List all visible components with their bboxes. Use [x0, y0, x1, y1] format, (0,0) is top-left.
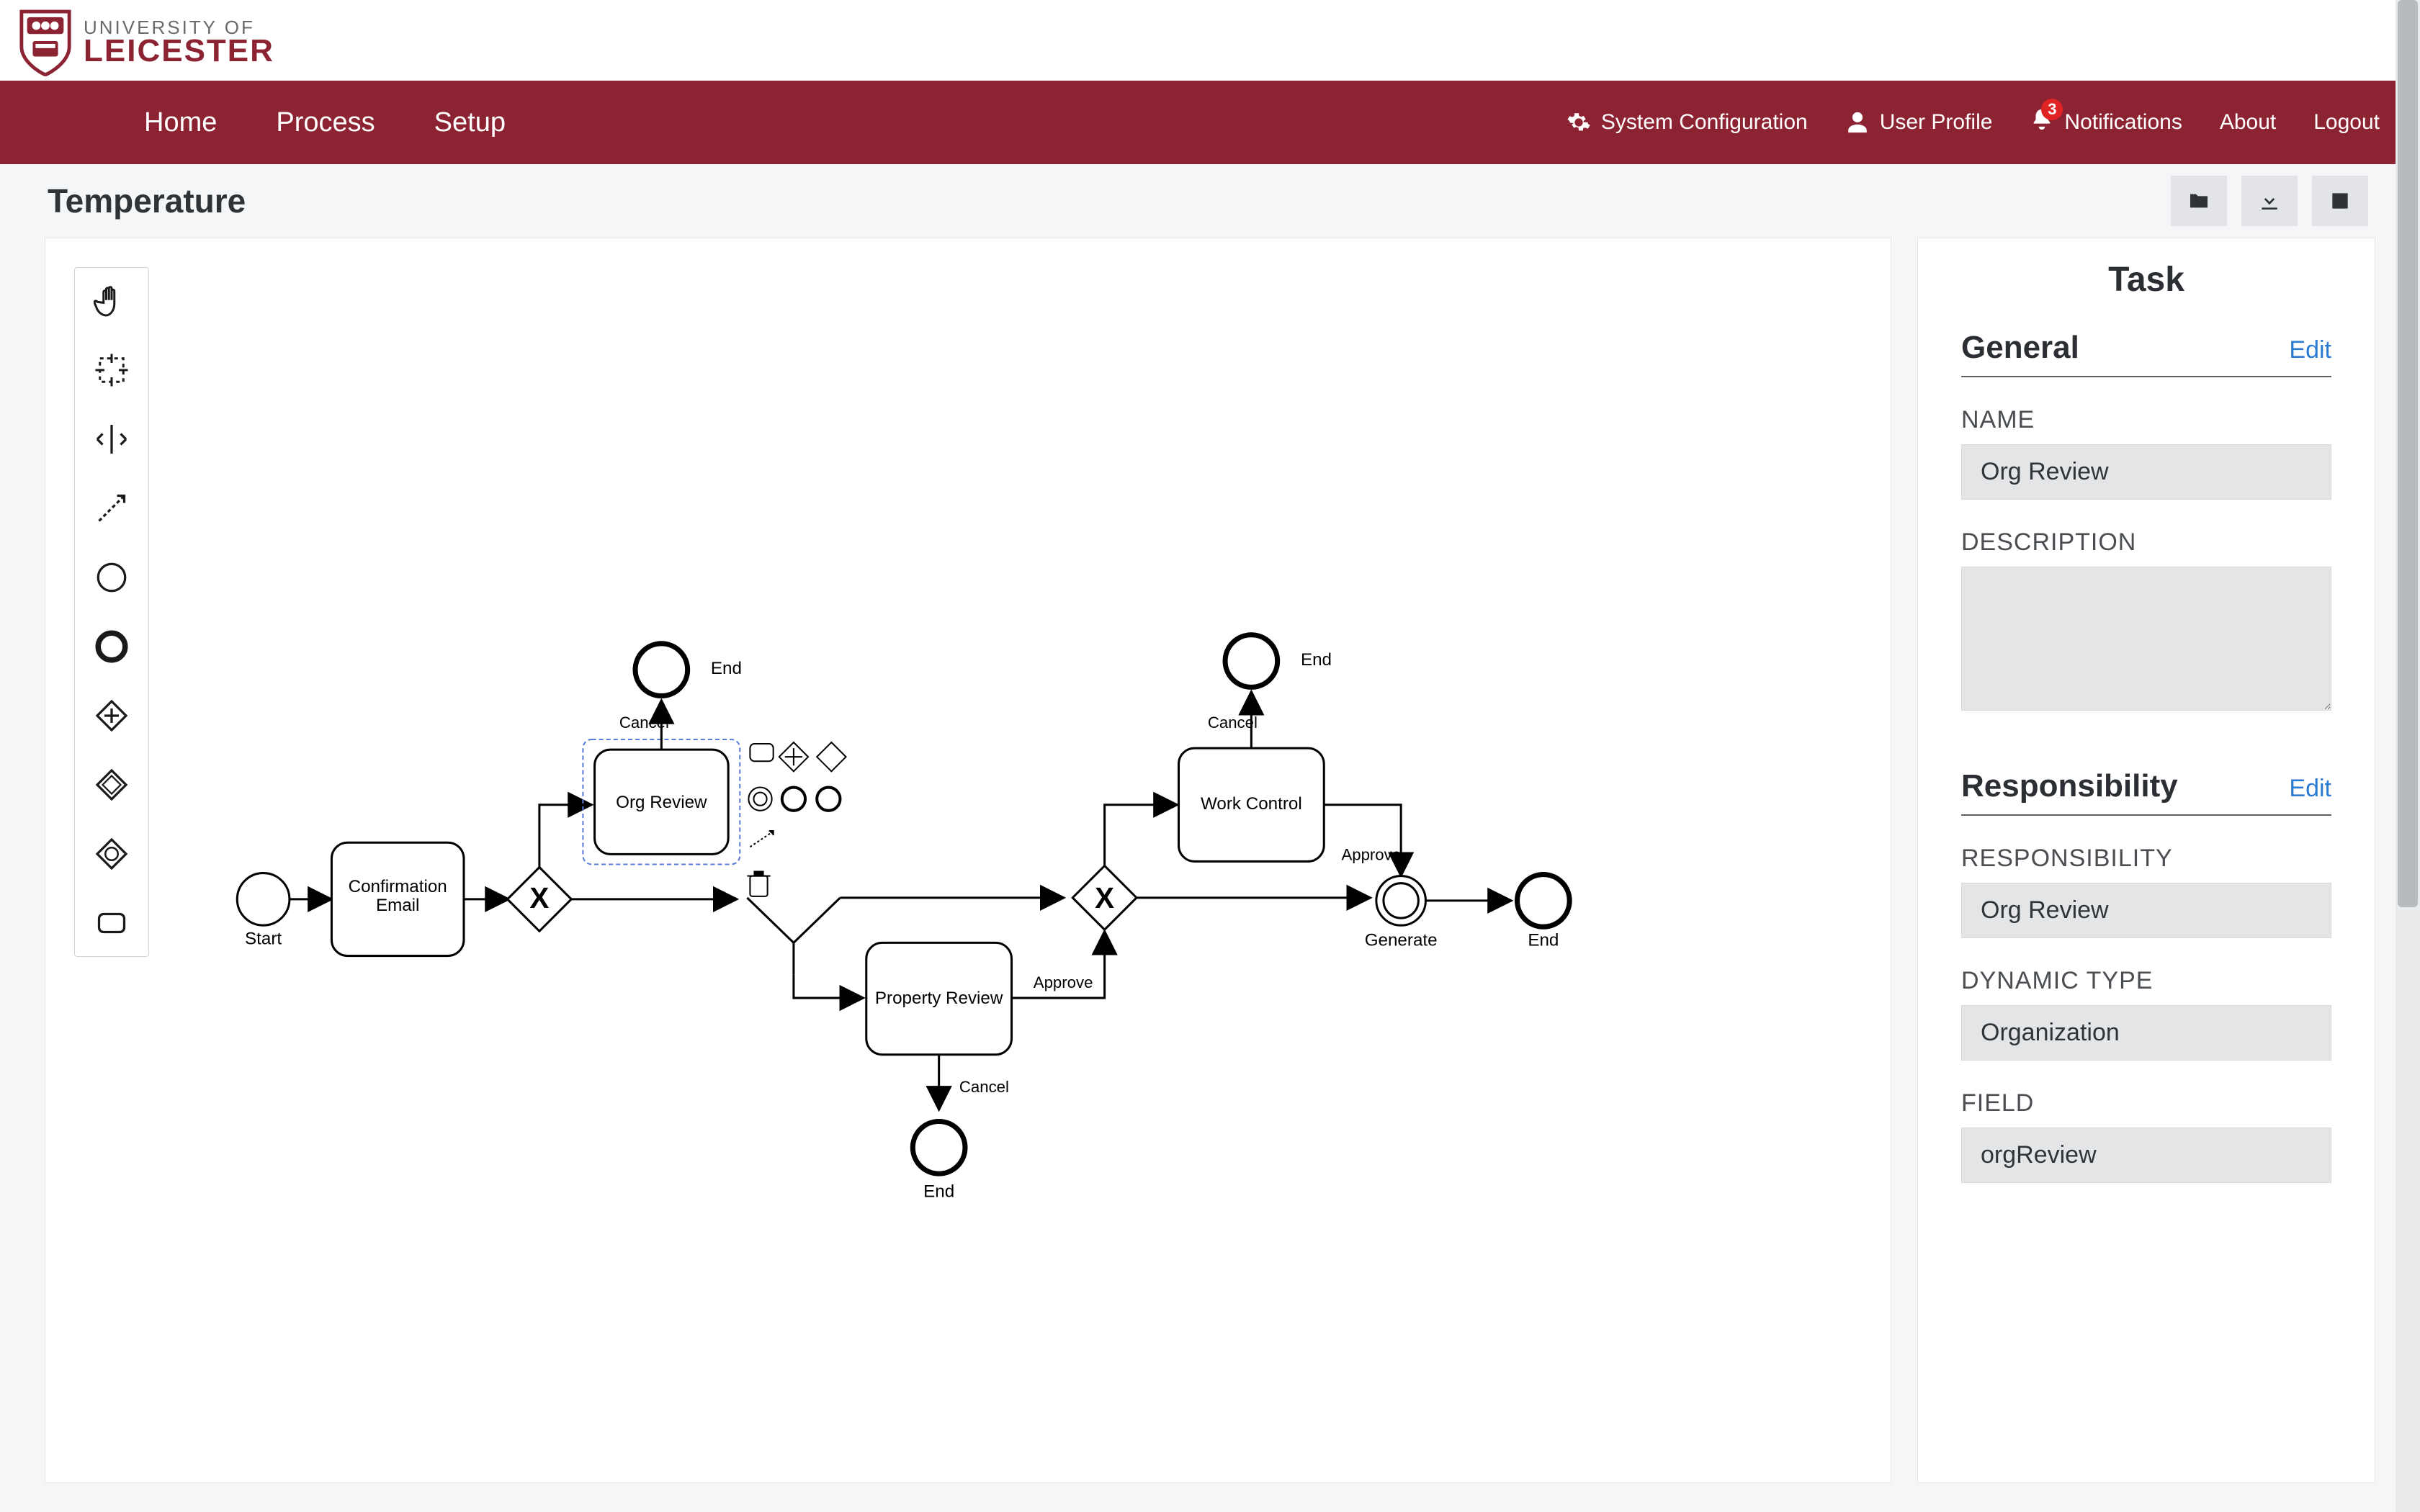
start-event-label: Start — [245, 929, 282, 948]
label-approve-b: Approve — [1341, 845, 1401, 863]
task-org-review-label: Org Review — [616, 793, 707, 812]
end-event-d[interactable] — [1518, 875, 1570, 927]
ctx-task-icon[interactable] — [750, 744, 773, 761]
user-icon — [1845, 110, 1870, 135]
nav-user-profile[interactable]: User Profile — [1845, 110, 1993, 135]
description-label: DESCRIPTION — [1961, 528, 2331, 557]
download-button[interactable] — [2241, 176, 2298, 226]
context-pad — [747, 742, 846, 896]
brand-line2: LEICESTER — [84, 35, 274, 67]
dynamic-type-field[interactable] — [1961, 1005, 2331, 1061]
shield-logo — [17, 9, 73, 76]
end-event-b[interactable] — [1225, 635, 1278, 688]
gateway-2[interactable]: X — [1072, 865, 1137, 930]
nav-about[interactable]: About — [2220, 110, 2276, 135]
label-approve-a: Approve — [1034, 973, 1093, 991]
ctx-gateway-icon[interactable] — [817, 742, 846, 771]
nav-home[interactable]: Home — [144, 107, 217, 138]
label-cancel-a: Cancel — [619, 714, 669, 732]
edit-general-button[interactable]: Edit — [2289, 336, 2331, 364]
task-work-control-label: Work Control — [1201, 794, 1302, 814]
divider — [1961, 376, 2331, 377]
label-cancel-b: Cancel — [1208, 714, 1258, 732]
responsibility-field[interactable] — [1961, 883, 2331, 938]
page-title: Temperature — [48, 181, 246, 220]
ctx-trash-icon[interactable] — [747, 872, 770, 896]
image-button[interactable] — [2312, 176, 2368, 226]
section-responsibility-heading: Responsibility — [1961, 768, 2178, 804]
nav-process[interactable]: Process — [276, 107, 375, 138]
ctx-connect-icon[interactable] — [750, 832, 771, 847]
gear-icon — [1567, 110, 1591, 135]
section-general-heading: General — [1961, 330, 2079, 366]
diagram-canvas[interactable]: Start ConfirmationEmail X — [45, 238, 1891, 1483]
intermediate-generate-label: Generate — [1365, 930, 1438, 950]
scrollbar-thumb[interactable] — [2398, 0, 2418, 907]
panel-title: Task — [1961, 260, 2331, 300]
end-event-c[interactable] — [913, 1122, 965, 1174]
nav-setup[interactable]: Setup — [434, 107, 506, 138]
end-event-d-label: End — [1528, 930, 1559, 950]
task-property-review-label: Property Review — [875, 989, 1003, 1008]
end-event-b-label: End — [1301, 650, 1332, 670]
dynamic-type-label: DYNAMIC TYPE — [1961, 967, 2331, 995]
svg-text:X: X — [529, 881, 549, 914]
responsibility-label: RESPONSIBILITY — [1961, 845, 2331, 873]
name-label: NAME — [1961, 406, 2331, 434]
end-event-a[interactable] — [635, 644, 688, 696]
nav-notifications[interactable]: 3 Notifications — [2030, 107, 2182, 138]
image-icon — [2327, 189, 2353, 212]
brand-area: UNIVERSITY OF LEICESTER — [0, 0, 2420, 81]
end-event-c-label: End — [923, 1182, 954, 1201]
bpmn-diagram[interactable]: Start ConfirmationEmail X — [45, 238, 1891, 1483]
label-cancel-c: Cancel — [959, 1078, 1009, 1096]
open-button[interactable] — [2171, 176, 2227, 226]
nav-system-config-label: System Configuration — [1601, 110, 1808, 135]
nav-notifications-label: Notifications — [2064, 110, 2182, 135]
conditional-fork[interactable] — [747, 898, 840, 975]
notification-count-badge: 3 — [2041, 99, 2063, 120]
download-icon — [2257, 189, 2282, 212]
nav-system-config[interactable]: System Configuration — [1567, 110, 1808, 135]
field-field[interactable] — [1961, 1128, 2331, 1183]
ctx-end-icon[interactable] — [782, 788, 805, 811]
gateway-1[interactable]: X — [508, 867, 572, 931]
field-label: FIELD — [1961, 1089, 2331, 1117]
divider — [1961, 814, 2331, 816]
page-scrollbar[interactable] — [2396, 0, 2420, 1512]
end-event-a-label: End — [711, 659, 742, 678]
nav-user-profile-label: User Profile — [1880, 110, 1993, 135]
start-event[interactable] — [237, 873, 290, 926]
svg-text:X: X — [1095, 881, 1114, 914]
ctx-intermediate-icon[interactable] — [748, 788, 771, 811]
main-nav: Home Process Setup System Configuration … — [0, 81, 2420, 164]
property-panel: Task General Edit NAME DESCRIPTION Respo… — [1917, 238, 2375, 1483]
description-field[interactable] — [1961, 567, 2331, 711]
edit-responsibility-button[interactable]: Edit — [2289, 775, 2331, 803]
nav-logout-label: Logout — [2313, 110, 2380, 135]
nav-logout[interactable]: Logout — [2313, 110, 2380, 135]
name-field[interactable] — [1961, 444, 2331, 500]
ctx-end2-icon[interactable] — [817, 788, 840, 811]
nav-about-label: About — [2220, 110, 2276, 135]
folder-icon — [2186, 189, 2212, 212]
